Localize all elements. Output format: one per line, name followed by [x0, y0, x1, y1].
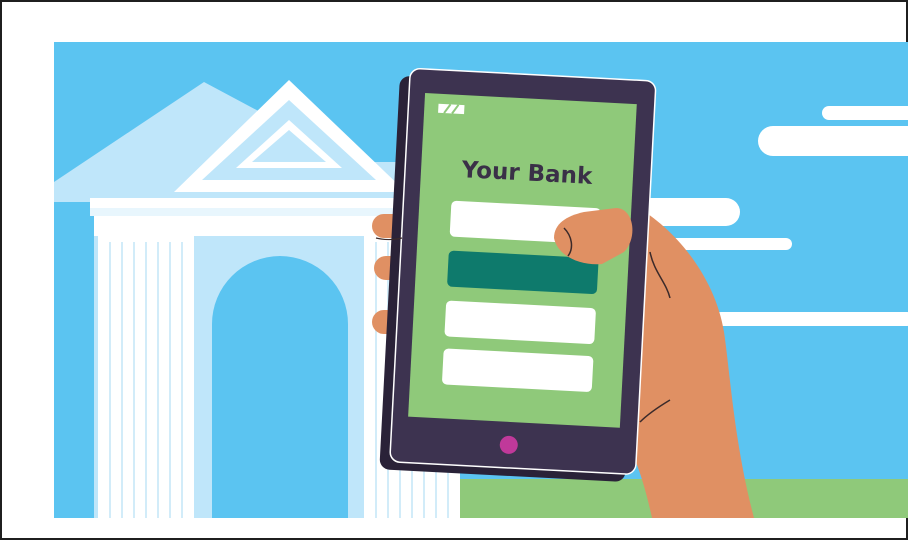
scene: Your Bank	[54, 42, 908, 518]
illustration-frame: Your Bank	[0, 0, 908, 540]
entablature	[90, 198, 406, 208]
left-columns	[98, 236, 194, 518]
cloud	[822, 106, 908, 120]
phone: Your Bank	[379, 68, 657, 482]
cloud	[758, 126, 908, 156]
battery-icon	[438, 103, 465, 115]
entablature-band	[90, 208, 406, 216]
cloud	[714, 312, 908, 326]
entablature-base	[94, 216, 402, 236]
scene-illustration: Your Bank	[54, 68, 908, 518]
arch-doorway	[212, 256, 348, 518]
